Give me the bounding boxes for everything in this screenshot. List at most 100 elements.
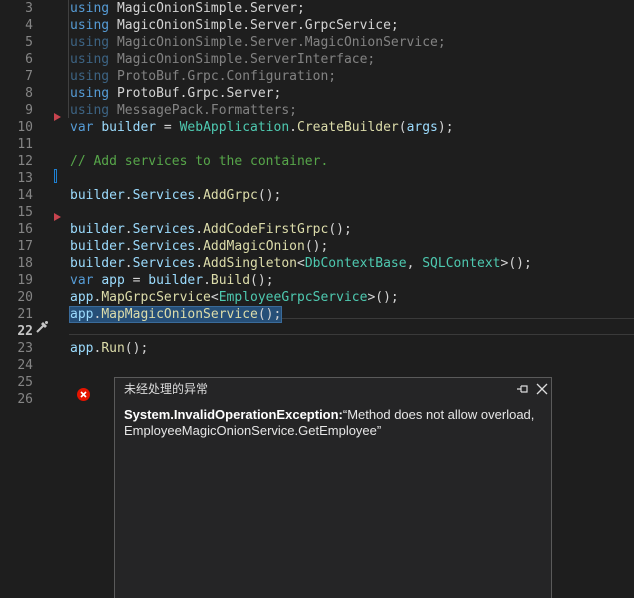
code-token: (); (328, 222, 352, 237)
code-line[interactable]: 6 using MagicOnionSimple.ServerInterface; (0, 51, 634, 68)
code-token: . (203, 273, 211, 288)
line-number: 4 (25, 18, 33, 33)
code-token: ); (437, 120, 454, 135)
code-token: app (70, 341, 94, 356)
line-number: 9 (25, 103, 33, 118)
code-token: SQLContext (422, 256, 501, 271)
code-line[interactable]: 15 (0, 204, 634, 221)
line-number: 11 (17, 137, 33, 152)
code-token: Services (132, 256, 196, 271)
code-text: var app = builder.Build(); (70, 272, 274, 289)
code-token: , (406, 256, 423, 271)
exception-popup: 未经处理的异常 System.InvalidOperationException… (114, 377, 552, 598)
code-token: EmployeeGrpcService (218, 290, 368, 305)
code-token: = (156, 120, 180, 135)
code-line[interactable]: 12 // Add services to the container. (0, 153, 634, 170)
code-token: builder (148, 273, 204, 288)
code-text: app.Run(); (70, 340, 148, 357)
code-token: ( (398, 120, 407, 135)
code-token: . (195, 222, 204, 237)
code-line[interactable]: 23 app.Run(); (0, 340, 634, 357)
line-number: 6 (25, 52, 33, 67)
code-text: builder.Services.AddSingleton<DbContextB… (70, 255, 532, 272)
code-token: builder (101, 120, 157, 135)
code-line[interactable]: 3 using MagicOnionSimple.Server; (0, 0, 634, 17)
code-token: . (195, 188, 204, 203)
code-text: using MagicOnionSimple.ServerInterface; (70, 51, 375, 68)
line-number: 20 (17, 290, 33, 305)
selected-text: app.MapMagicOnionService(); (68, 306, 283, 323)
line-number: 25 (17, 375, 33, 390)
line-number: 10 (17, 120, 33, 135)
code-token: (); (257, 188, 282, 203)
code-token: // Add services to the container. (70, 154, 329, 169)
code-token: . (195, 256, 204, 271)
code-token: (); (124, 341, 149, 356)
code-line[interactable]: 20 app.MapGrpcService<EmployeeGrpcService… (0, 289, 634, 306)
code-token: . (124, 222, 133, 237)
code-token: DbContextBase (304, 256, 407, 271)
line-number: 26 (17, 392, 33, 407)
line-number: 21 (17, 307, 33, 322)
code-text: builder.Services.AddMagicOnion(); (70, 238, 328, 255)
code-token: Services (132, 222, 196, 237)
line-number: 13 (17, 171, 33, 186)
code-token: . (289, 120, 297, 135)
code-line[interactable]: 7 using ProtoBuf.Grpc.Configuration; (0, 68, 634, 85)
code-token: MagicOnionSimple.Server; (109, 1, 305, 16)
code-token: CreateBuilder (297, 120, 399, 135)
code-text: using MagicOnionSimple.Server.GrpcServic… (70, 17, 399, 34)
code-token: using (70, 1, 110, 16)
code-text: using MessagePack.Formatters; (70, 102, 297, 119)
line-number: 8 (25, 86, 33, 101)
code-token: . (124, 188, 133, 203)
code-token: builder (70, 188, 125, 203)
code-token: Services (132, 188, 196, 203)
close-icon[interactable] (535, 381, 549, 395)
code-line[interactable]: 18 builder.Services.AddSingleton<DbContex… (0, 255, 634, 272)
code-token: AddCodeFirstGrpc (203, 222, 329, 237)
code-token: MagicOnionSimple.Server.GrpcService; (109, 18, 399, 33)
code-line[interactable]: 8 using ProtoBuf.Grpc.Server; (0, 85, 634, 102)
code-line[interactable]: 19 var app = builder.Build(); (0, 272, 634, 289)
code-line[interactable]: 21 app.MapMagicOnionService(); (0, 306, 634, 323)
code-text: using ProtoBuf.Grpc.Configuration; (70, 68, 336, 85)
line-number: 12 (17, 154, 33, 169)
code-token: MagicOnionSimple.Server.MagicOnionServic… (109, 35, 446, 50)
code-token: using (70, 86, 110, 101)
code-token: app (70, 307, 94, 322)
line-number: 16 (17, 222, 33, 237)
code-line[interactable]: 11 (0, 136, 634, 153)
code-line[interactable]: 14 builder.Services.AddGrpc(); (0, 187, 634, 204)
code-line[interactable]: 24 (0, 357, 634, 374)
line-number: 14 (17, 188, 33, 203)
code-token: . (124, 239, 133, 254)
code-text: // Add services to the container. (70, 153, 328, 170)
code-line[interactable]: 13 (0, 170, 634, 187)
code-text: builder.Services.AddGrpc(); (70, 187, 281, 204)
code-line[interactable]: 16 builder.Services.AddCodeFirstGrpc(); (0, 221, 634, 238)
code-text: using MagicOnionSimple.Server.MagicOnion… (70, 34, 446, 51)
code-token: AddMagicOnion (203, 239, 305, 254)
line-number: 15 (17, 205, 33, 220)
code-line[interactable]: 9 using MessagePack.Formatters; (0, 102, 634, 119)
code-line[interactable]: 22 (0, 323, 634, 340)
code-token: MapMagicOnionService (101, 307, 258, 322)
code-token: >(); (367, 290, 399, 305)
line-number: 18 (17, 256, 33, 271)
code-token: < (297, 256, 305, 271)
code-line[interactable]: 10 var builder = WebApplication.CreateBui… (0, 119, 634, 136)
code-token: args (406, 120, 438, 135)
code-line[interactable]: 4 using MagicOnionSimple.Server.GrpcServi… (0, 17, 634, 34)
code-token: = (124, 273, 149, 288)
code-token: var (70, 273, 94, 288)
code-token: ProtoBuf.Grpc.Server; (109, 86, 282, 101)
code-token: builder (70, 222, 125, 237)
code-token: Run (101, 341, 125, 356)
code-line[interactable]: 17 builder.Services.AddMagicOnion(); (0, 238, 634, 255)
code-token: (); (257, 307, 282, 322)
code-token: ProtoBuf.Grpc.Configuration; (109, 69, 337, 84)
code-line[interactable]: 5 using MagicOnionSimple.Server.MagicOnio… (0, 34, 634, 51)
code-text: app.MapMagicOnionService(); (68, 306, 283, 323)
pin-icon[interactable] (516, 381, 530, 395)
